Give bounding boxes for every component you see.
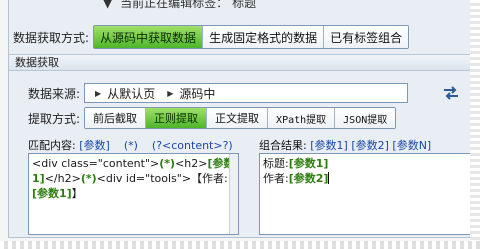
data-source-row: 数据来源: ▶ 从默认页 ▶ 源码中 (28, 82, 409, 104)
breadcrumb-arrow-icon: ▶ (95, 88, 102, 98)
result-line-label: 标题: (263, 157, 289, 170)
editor-wildcard: (*) (159, 157, 176, 170)
screenshot-frame: ▼ 当前正在编辑标签： 标题 数据获取方式: 从源码中获取数据 生成固定格式的数据… (0, 0, 480, 249)
insert-param1-link[interactable]: [参数1] (310, 139, 348, 152)
match-content-header: 匹配内容: [参数] (*) (?<content>?) (28, 137, 233, 153)
fetch-mode-from-source-button[interactable]: 从源码中获取数据 (94, 26, 204, 48)
match-content-editor[interactable]: <div class="content">(*)<h2>[参数1]</h2>(*… (28, 153, 239, 235)
extract-method-json-button[interactable]: JSON提取 (335, 108, 396, 128)
editor-text: 】 (71, 187, 83, 200)
breadcrumb-item-source-code[interactable]: 源码中 (179, 85, 215, 102)
extract-method-xpath-button[interactable]: XPath提取 (268, 108, 336, 128)
editor-param: [参数1] (32, 187, 72, 200)
result-line-param: [参数2] (288, 172, 329, 185)
fetch-mode-selector: 从源码中获取数据 生成固定格式的数据 已有标签组合 (93, 25, 410, 49)
extract-method-body-text-button[interactable]: 正文提取 (207, 108, 269, 128)
result-line-param: [参数1] (288, 157, 329, 170)
extract-method-selector: 前后截取 正则提取 正文提取 XPath提取 JSON提取 (84, 107, 397, 129)
editor-text: <h2> (175, 157, 208, 170)
editor-text: </h2> (44, 172, 81, 185)
extract-method-regex-button[interactable]: 正则提取 (146, 108, 208, 128)
insert-param-link[interactable]: [参数] (79, 139, 110, 152)
data-source-path[interactable]: ▶ 从默认页 ▶ 源码中 (84, 83, 409, 103)
info-icon: ▼ (103, 0, 113, 10)
editor-text: <div class="content"> (32, 157, 160, 170)
breadcrumb-item-default-page[interactable]: 从默认页 (107, 85, 155, 102)
match-content-label: 匹配内容: (28, 139, 76, 152)
fetch-mode-existing-tags-button[interactable]: 已有标签组合 (324, 26, 409, 48)
fetch-mode-fixed-format-button[interactable]: 生成固定格式的数据 (203, 26, 325, 48)
combine-result-header: 组合结果: [参数1] [参数2] [参数N] (259, 137, 431, 153)
breadcrumb-arrow-icon: ▶ (167, 88, 174, 98)
swap-arrows-icon[interactable] (442, 86, 460, 100)
insert-content-group-link[interactable]: (?<content>?) (152, 139, 233, 152)
result-line-label: 作者: (263, 172, 289, 185)
section-header-data-fetch: 数据获取 (9, 54, 471, 71)
extract-method-label: 提取方式: (28, 111, 81, 126)
torn-edge-bottom (0, 241, 480, 249)
result-line-author: 作者:[参数2] (263, 171, 468, 186)
combine-result-editor[interactable]: 标题:[参数1] 作者:[参数2] (259, 153, 471, 235)
fetch-mode-label: 数据获取方式: (13, 30, 90, 45)
insert-wildcard-link[interactable]: (*) (124, 139, 138, 152)
torn-edge-right (470, 0, 480, 249)
current-tag-value: 标题 (232, 0, 257, 10)
extract-method-before-after-button[interactable]: 前后截取 (85, 108, 147, 128)
insert-param2-link[interactable]: [参数2] (351, 139, 389, 152)
result-line-title: 标题:[参数1] (263, 156, 468, 171)
editor-text: <div id="tools">【作者: (96, 172, 228, 185)
editor-wildcard: (*) (80, 172, 97, 185)
insert-paramN-link[interactable]: [参数N] (392, 139, 431, 152)
current-tag-text: 当前正在编辑标签： (120, 0, 229, 10)
current-tag-caption: ▼ 当前正在编辑标签： 标题 (99, 0, 399, 10)
text-caret (328, 172, 330, 184)
tag-editor-panel: ▼ 当前正在编辑标签： 标题 数据获取方式: 从源码中获取数据 生成固定格式的数据… (8, 0, 471, 238)
data-source-label: 数据来源: (28, 86, 81, 101)
vertical-scrollbar[interactable] (229, 154, 238, 234)
combine-result-label: 组合结果: (259, 139, 307, 152)
extract-method-row: 提取方式: 前后截取 正则提取 正文提取 XPath提取 JSON提取 (28, 107, 397, 129)
fetch-mode-row: 数据获取方式: 从源码中获取数据 生成固定格式的数据 已有标签组合 (13, 25, 410, 49)
